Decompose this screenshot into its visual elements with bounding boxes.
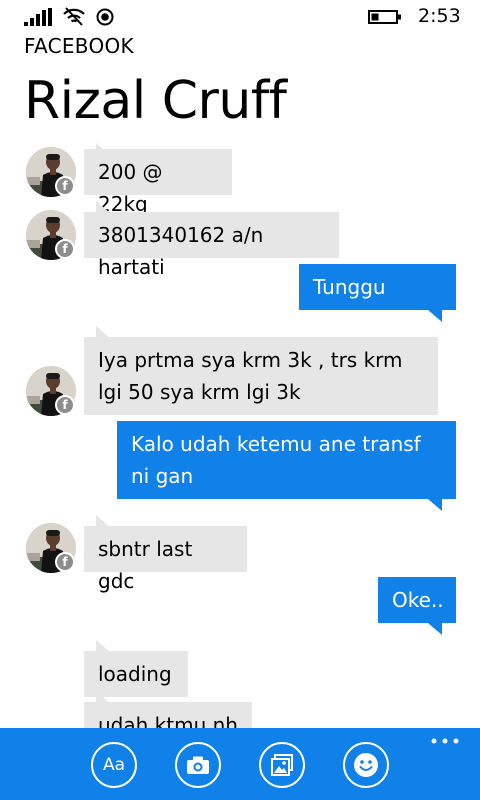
facebook-badge-icon: f: [55, 395, 75, 415]
more-icon[interactable]: [430, 736, 460, 746]
bubble-tail: [428, 499, 442, 511]
message-outgoing[interactable]: Kalo udah ketemu ane transf ni gan: [117, 421, 456, 499]
facebook-badge-icon: f: [55, 239, 75, 259]
camera-icon: [187, 756, 209, 774]
camera-button[interactable]: [175, 742, 221, 788]
app-bar: Aa: [0, 728, 480, 800]
app-name: FACEBOOK: [24, 34, 134, 58]
conversation[interactable]: f 200 @ 22kg f 3801340162 a/n hartati Tu…: [0, 140, 480, 728]
wifi-icon: [63, 7, 85, 26]
facebook-badge-icon: f: [55, 552, 75, 572]
emoji-button[interactable]: [343, 742, 389, 788]
bubble-tail: [428, 310, 442, 322]
photo-icon: [271, 754, 293, 776]
battery-icon: [368, 10, 401, 24]
message-incoming[interactable]: 3801340162 a/n hartati: [84, 212, 339, 279]
bubble-tail: [428, 623, 442, 635]
message-incoming[interactable]: sbntr last gdc: [84, 526, 247, 593]
message-incoming[interactable]: Iya prtma sya krm 3k , trs krm lgi 50 sy…: [84, 337, 438, 415]
signal-icon: [24, 8, 52, 26]
facebook-badge-icon: f: [55, 176, 75, 196]
status-bar: 2:53: [0, 0, 480, 32]
contact-name: Rizal Cruff: [24, 71, 287, 131]
font-size-icon: Aa: [102, 755, 126, 775]
message-outgoing[interactable]: Oke..: [378, 577, 456, 623]
location-icon: [96, 8, 114, 26]
photo-button[interactable]: [259, 742, 305, 788]
clock: 2:53: [418, 5, 461, 27]
message-incoming[interactable]: udah ktmu nh: [84, 702, 252, 728]
smiley-icon: [354, 753, 378, 777]
font-size-button[interactable]: Aa: [91, 742, 137, 788]
message-outgoing[interactable]: Tunggu gan..: [299, 264, 456, 331]
message-incoming[interactable]: 200 @ 22kg: [84, 149, 232, 216]
